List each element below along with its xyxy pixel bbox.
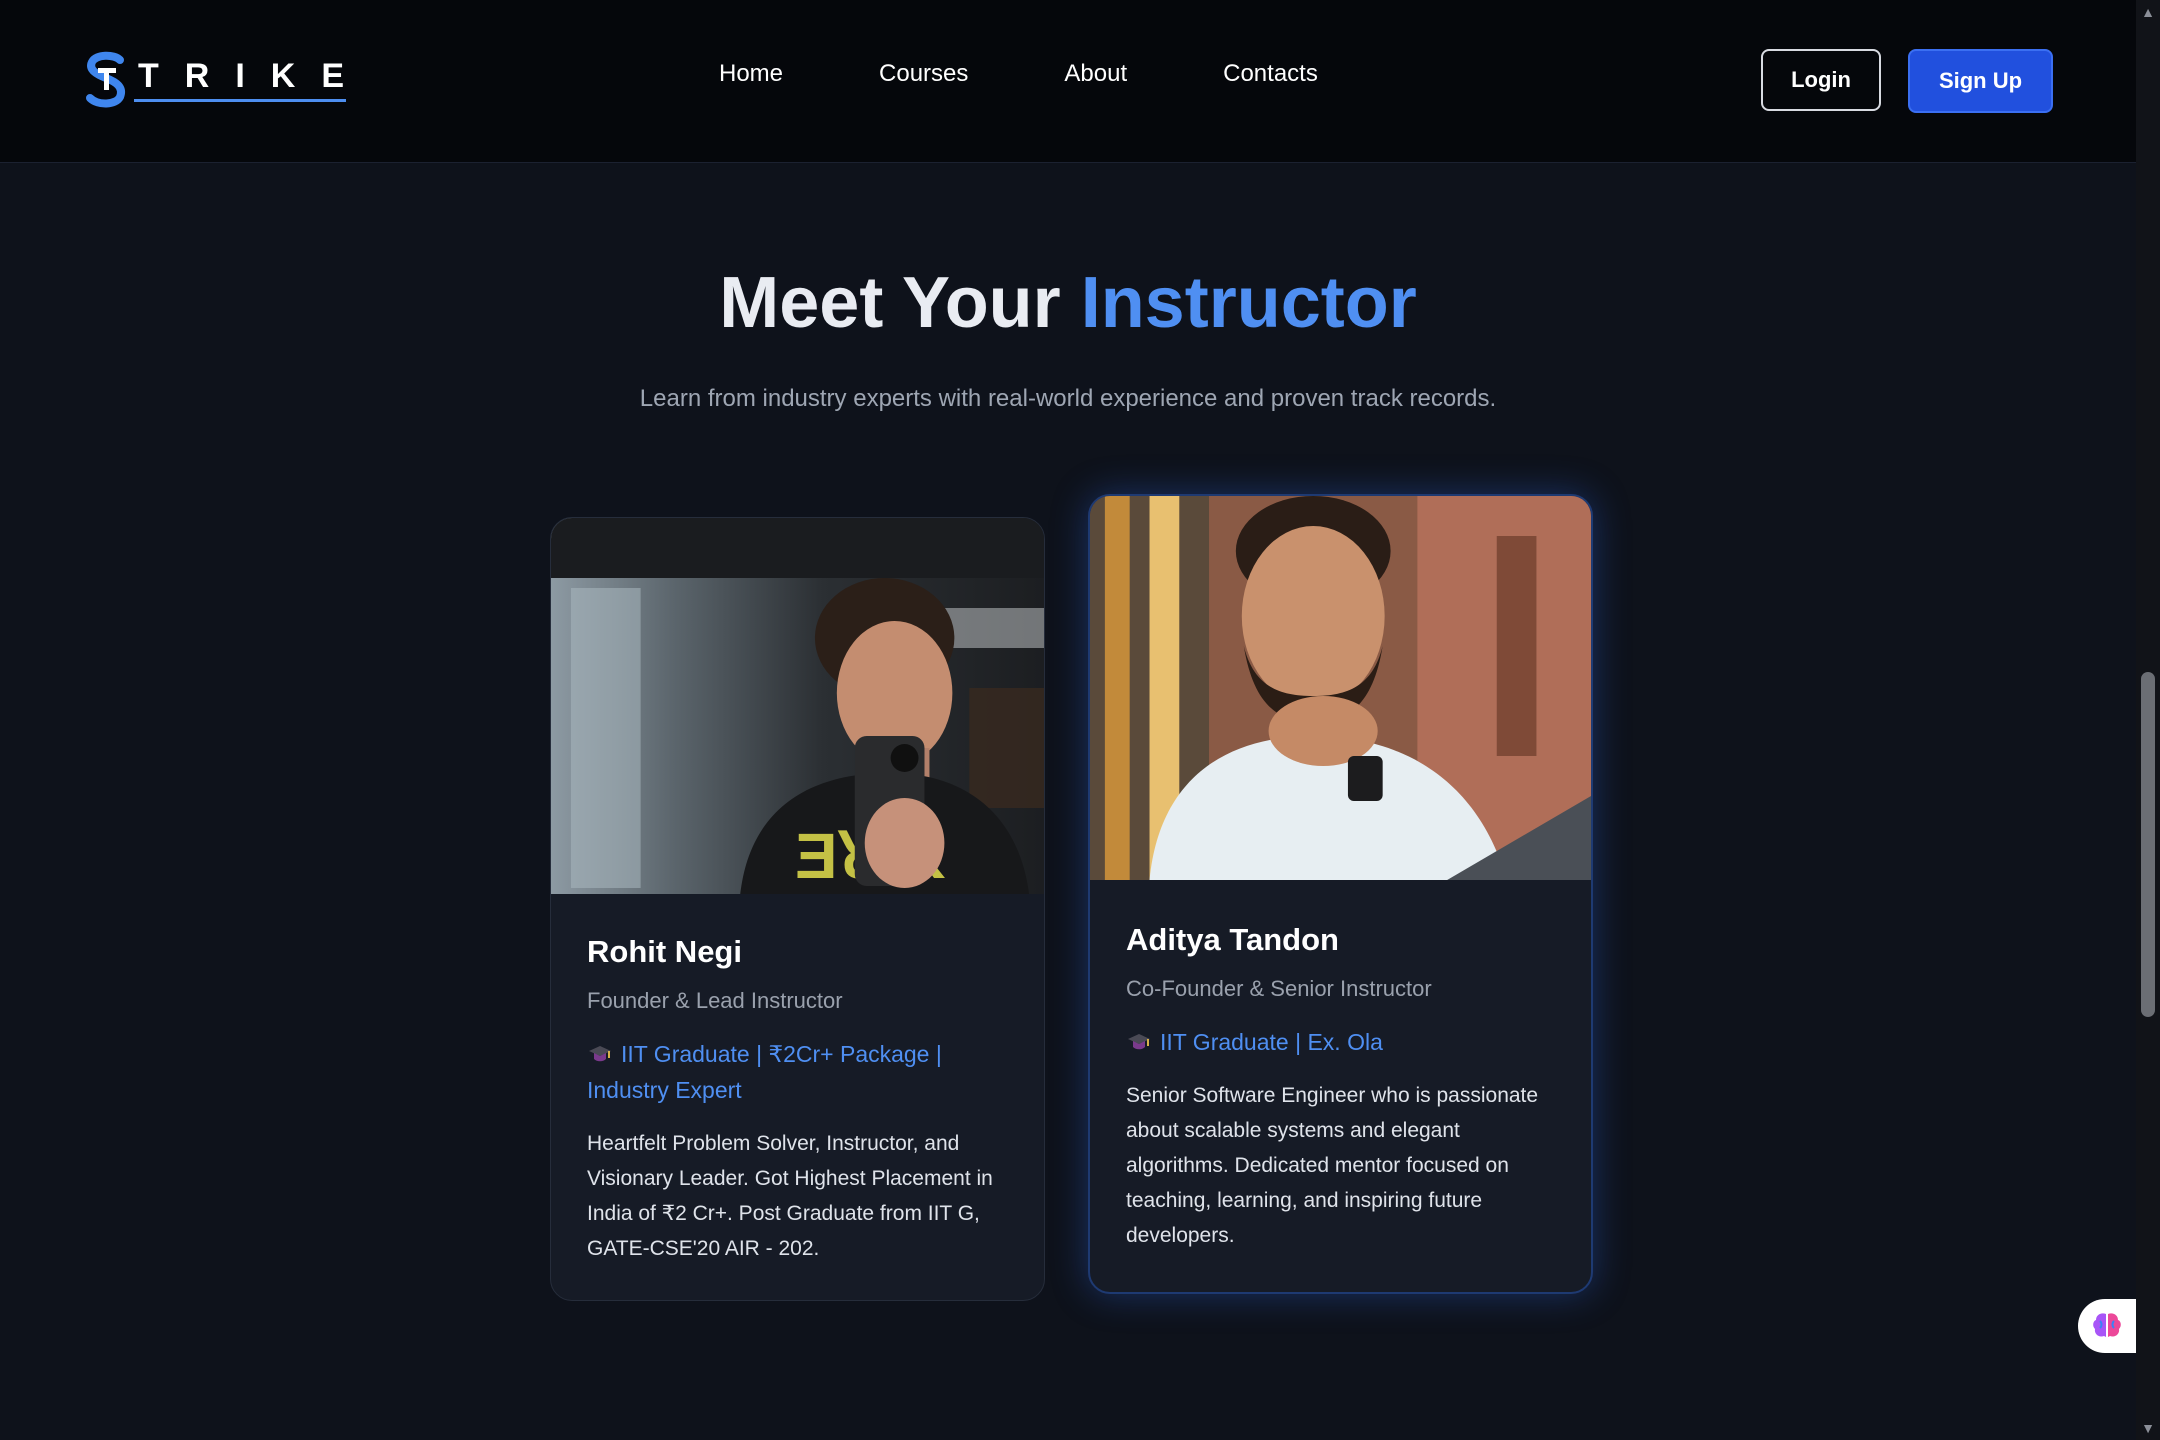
nav-contacts[interactable]: Contacts bbox=[1223, 60, 1318, 88]
nav-about[interactable]: About bbox=[1064, 60, 1127, 88]
section-title: Meet Your Instructor bbox=[0, 262, 2136, 344]
instructor-role: Co-Founder & Senior Instructor bbox=[1126, 976, 1432, 1001]
instructor-bio: Heartfelt Problem Solver, Instructor, an… bbox=[587, 1132, 993, 1260]
logo-wordmark: TRIKE bbox=[134, 57, 370, 102]
main-nav: Home Courses About Contacts bbox=[700, 60, 1318, 88]
credentials-text: IIT Graduate | ₹2Cr+ Package | Industry … bbox=[587, 1041, 942, 1103]
instructor-role: Founder & Lead Instructor bbox=[587, 988, 843, 1013]
section-title-accent: Instructor bbox=[1080, 263, 1417, 343]
instructor-photo-rohit: ƎꓤIK bbox=[551, 518, 1044, 894]
graduation-cap-icon bbox=[1128, 1034, 1150, 1050]
strike-logo[interactable]: TRIKE bbox=[84, 44, 370, 114]
instructor-credentials: IIT Graduate | ₹2Cr+ Package | Industry … bbox=[587, 1036, 1008, 1108]
instructor-name: Aditya Tandon bbox=[1126, 922, 1339, 957]
logo-s-mark bbox=[84, 50, 128, 108]
credentials-text: IIT Graduate | Ex. Ola bbox=[1160, 1029, 1383, 1055]
graduation-cap-icon bbox=[589, 1046, 611, 1062]
instructor-bio: Senior Software Engineer who is passiona… bbox=[1126, 1084, 1539, 1247]
brain-icon bbox=[2093, 1313, 2121, 1337]
instructor-credentials: IIT Graduate | Ex. Ola bbox=[1126, 1024, 1555, 1060]
nav-courses[interactable]: Courses bbox=[879, 60, 968, 88]
instructor-photo-aditya bbox=[1090, 496, 1591, 880]
nav-home[interactable]: Home bbox=[719, 60, 783, 88]
top-navbar: TRIKE Home Courses About Contacts Login … bbox=[0, 0, 2136, 163]
instructor-card-rohit[interactable]: ƎꓤIK Rohit Negi Founder & Lead Instructo… bbox=[550, 517, 1045, 1301]
section-title-main: Meet Your bbox=[719, 263, 1081, 343]
instructor-name: Rohit Negi bbox=[587, 934, 742, 969]
login-button[interactable]: Login bbox=[1761, 49, 1881, 111]
scroll-up-arrow-icon[interactable]: ▲ bbox=[2136, 0, 2160, 24]
instructor-card-aditya[interactable]: Aditya Tandon Co-Founder & Senior Instru… bbox=[1088, 494, 1593, 1294]
section-subtitle: Learn from industry experts with real-wo… bbox=[639, 385, 1497, 412]
scroll-down-arrow-icon[interactable]: ▼ bbox=[2136, 1416, 2160, 1440]
ai-assistant-button[interactable] bbox=[2078, 1299, 2136, 1353]
scrollbar-thumb[interactable] bbox=[2141, 672, 2155, 1017]
signup-button[interactable]: Sign Up bbox=[1908, 49, 2053, 113]
page-scrollbar[interactable]: ▲ ▼ bbox=[2136, 0, 2160, 1440]
